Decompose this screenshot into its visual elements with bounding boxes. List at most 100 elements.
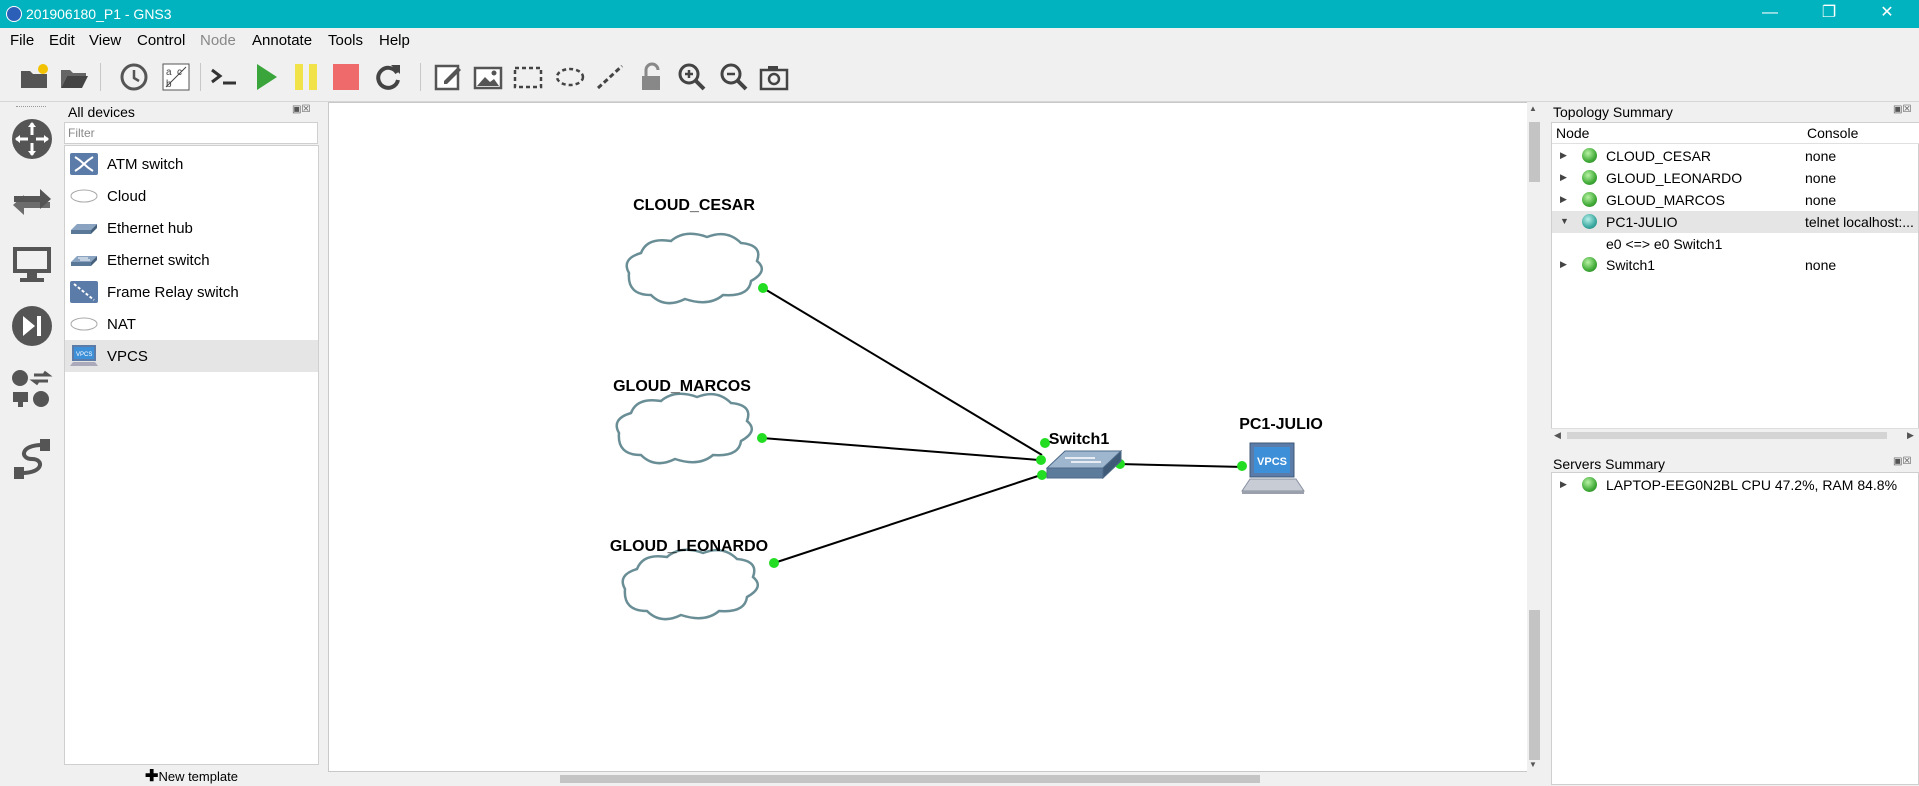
scroll-up-icon[interactable]: ▲: [1529, 104, 1537, 113]
topology-canvas[interactable]: CLOUD_CESAR GLOUD_MARCOS GLOUD_LEONARDO …: [328, 102, 1528, 772]
lock-unlock-icon[interactable]: [636, 61, 668, 93]
expand-arrow-icon[interactable]: ▶: [1560, 259, 1570, 269]
topology-row[interactable]: ▼ PC1-JULIO telnet localhost:...: [1552, 211, 1918, 233]
expand-arrow-icon[interactable]: ▶: [1560, 194, 1570, 204]
topology-horizontal-scrollbar[interactable]: ◀ ▶: [1551, 428, 1919, 443]
device-item-ethernet-hub[interactable]: Ethernet hub: [65, 212, 318, 244]
collapse-arrow-icon[interactable]: ▼: [1560, 216, 1570, 226]
link-gloud-leonardo-switch1[interactable]: [773, 474, 1042, 564]
canvas-horizontal-scroll-thumb[interactable]: [560, 775, 1260, 783]
link-gloud-marcos-switch1[interactable]: [761, 437, 1040, 461]
servers-summary-table: ▶ LAPTOP-EEG0N2BL CPU 47.2%, RAM 84.8%: [1551, 472, 1919, 785]
menu-node[interactable]: Node: [200, 32, 236, 49]
dock-buttons[interactable]: ▣☒: [1893, 456, 1919, 468]
node-label: GLOUD_MARCOS: [613, 378, 751, 395]
node-pc1-julio[interactable]: VPCS PC1-JULIO: [1239, 416, 1323, 494]
topology-hscroll-thumb[interactable]: [1567, 432, 1887, 439]
draw-ellipse-icon[interactable]: [554, 61, 586, 93]
expand-arrow-icon[interactable]: ▶: [1560, 479, 1570, 489]
server-row[interactable]: ▶ LAPTOP-EEG0N2BL CPU 47.2%, RAM 84.8%: [1552, 474, 1918, 496]
ethernet-switch-icon: [1045, 449, 1123, 480]
node-gloud-marcos[interactable]: GLOUD_MARCOS: [613, 378, 754, 465]
canvas-vertical-scroll-thumb-lower[interactable]: [1529, 610, 1540, 760]
reload-all-icon[interactable]: [372, 61, 404, 93]
status-started-icon: [1582, 192, 1597, 207]
expand-arrow-icon[interactable]: ▶: [1560, 150, 1570, 160]
add-link-icon[interactable]: [10, 437, 54, 481]
vpcs-screen-text: VPCS: [1257, 456, 1287, 468]
draw-line-icon[interactable]: [594, 61, 626, 93]
menu-help[interactable]: Help: [379, 32, 410, 49]
switches-icon[interactable]: [10, 180, 54, 224]
device-item-ethernet-switch[interactable]: Ethernet switch: [65, 244, 318, 276]
cloud-icon: [621, 548, 760, 621]
topology-drawing: CLOUD_CESAR GLOUD_MARCOS GLOUD_LEONARDO …: [610, 197, 1323, 621]
device-item-label: ATM switch: [107, 156, 184, 173]
dock-buttons[interactable]: ▣☒: [292, 104, 318, 116]
topology-summary-table: Node Console ▶ CLOUD_CESAR none ▶ GLOUD_…: [1551, 122, 1919, 442]
node-label: PC1-JULIO: [1239, 416, 1323, 433]
console-all-icon[interactable]: [208, 61, 240, 93]
new-template-button[interactable]: ✚New template: [64, 766, 319, 785]
window-title: 201906180_P1 - GNS3: [26, 6, 172, 22]
zoom-out-icon[interactable]: [718, 61, 750, 93]
topology-row[interactable]: ▶ GLOUD_LEONARDO none: [1552, 167, 1918, 189]
open-project-icon[interactable]: [58, 61, 90, 93]
device-item-cloud[interactable]: Cloud: [65, 180, 318, 212]
toolbar-separator: [100, 63, 101, 91]
dock-buttons[interactable]: ▣☒: [1893, 104, 1919, 116]
minimize-icon[interactable]: —: [1747, 0, 1793, 28]
status-started-icon: [1582, 257, 1597, 272]
menu-edit[interactable]: Edit: [49, 32, 75, 49]
node-cloud-cesar[interactable]: CLOUD_CESAR: [625, 197, 764, 305]
restore-icon[interactable]: ❐: [1806, 0, 1852, 28]
insert-picture-icon[interactable]: [472, 61, 504, 93]
menu-file[interactable]: File: [10, 32, 34, 49]
canvas-vertical-scroll-thumb[interactable]: [1529, 122, 1540, 182]
status-started-icon: [1582, 148, 1597, 163]
routers-icon[interactable]: [10, 117, 54, 161]
device-filter-input[interactable]: Filter: [64, 122, 318, 144]
link-switch1-pc1[interactable]: [1118, 463, 1245, 468]
scroll-down-icon[interactable]: ▼: [1529, 760, 1537, 769]
device-item-label: Ethernet hub: [107, 220, 193, 237]
new-project-icon[interactable]: [18, 61, 50, 93]
menu-annotate[interactable]: Annotate: [252, 32, 312, 49]
add-note-icon[interactable]: [432, 61, 464, 93]
menu-tools[interactable]: Tools: [328, 32, 363, 49]
screenshot-icon[interactable]: [758, 61, 790, 93]
stop-all-icon[interactable]: [330, 61, 362, 93]
zoom-in-icon[interactable]: [676, 61, 708, 93]
node-switch1[interactable]: Switch1: [1045, 431, 1123, 480]
menu-view[interactable]: View: [89, 32, 121, 49]
menu-control[interactable]: Control: [137, 32, 185, 49]
start-all-icon[interactable]: [250, 61, 282, 93]
topology-row[interactable]: ▶ Switch1 none: [1552, 254, 1918, 276]
draw-rectangle-icon[interactable]: [512, 61, 544, 93]
device-item-atm-switch[interactable]: ATM switch: [65, 148, 318, 180]
column-header-node[interactable]: Node: [1552, 123, 1807, 144]
topology-row[interactable]: ▶ CLOUD_CESAR none: [1552, 145, 1918, 167]
device-item-frame-relay-switch[interactable]: Frame Relay switch: [65, 276, 318, 308]
security-devices-icon[interactable]: [10, 304, 54, 348]
topology-child-row[interactable]: e0 <=> e0 Switch1: [1552, 233, 1918, 255]
column-header-console[interactable]: Console: [1803, 123, 1919, 144]
topology-row[interactable]: ▶ GLOUD_MARCOS none: [1552, 189, 1918, 211]
suspend-all-icon[interactable]: [290, 61, 322, 93]
expand-arrow-icon[interactable]: ▶: [1560, 172, 1570, 182]
all-devices-icon[interactable]: [10, 368, 54, 412]
link-cloud-cesar-switch1[interactable]: [762, 287, 1043, 456]
node-gloud-leonardo[interactable]: GLOUD_LEONARDO: [610, 538, 768, 621]
scroll-left-icon[interactable]: ◀: [1554, 430, 1561, 441]
node-name: PC1-JULIO: [1606, 214, 1678, 230]
node-console: none: [1805, 192, 1837, 208]
scroll-right-icon[interactable]: ▶: [1907, 430, 1914, 441]
device-item-nat[interactable]: NAT: [65, 308, 318, 340]
show-interface-labels-icon[interactable]: acb: [160, 61, 192, 93]
snapshot-icon[interactable]: [118, 61, 150, 93]
close-icon[interactable]: ✕: [1864, 0, 1910, 28]
end-devices-icon[interactable]: [10, 242, 54, 286]
servers-summary-title: Servers Summary: [1553, 456, 1666, 472]
link-status-dot: [1237, 461, 1247, 471]
device-item-vpcs[interactable]: VPCS VPCS: [65, 340, 318, 372]
